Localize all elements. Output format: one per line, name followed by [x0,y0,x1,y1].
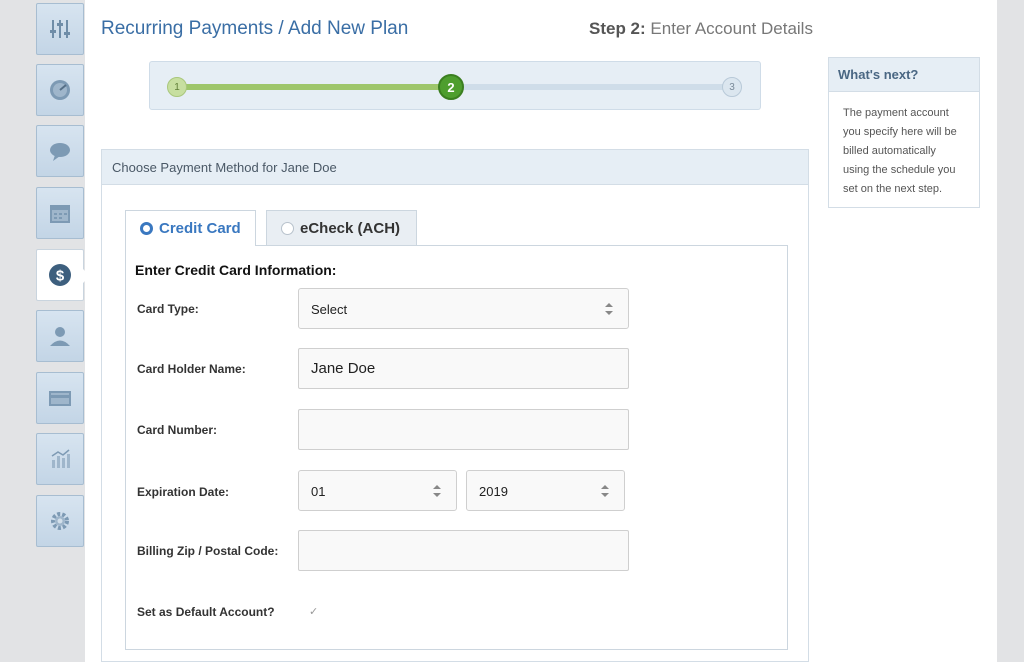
expiration-month-select[interactable]: 01 [298,470,457,511]
tab-echeck[interactable]: eCheck (ACH) [266,210,417,245]
sidebar-item-cards[interactable] [36,372,84,424]
default-account-label: Set as Default Account? [137,605,275,619]
echeck-radio[interactable] [281,221,294,235]
tab-credit-card-label: Credit Card [159,220,241,237]
progress-tracker: 1 2 3 [149,61,761,110]
card-icon [49,391,71,406]
step-indicator: Step 2: Enter Account Details [589,19,813,39]
sidebar-item-settings[interactable] [36,495,84,547]
expiration-month-value: 01 [311,484,326,499]
chat-icon [50,143,70,161]
dollar-icon: $ [49,264,71,286]
section-title: Enter Credit Card Information: [135,262,337,278]
sidebar-item-messages[interactable] [36,125,84,177]
select-arrows-icon [601,485,609,497]
step-prefix: Step 2: [589,19,646,38]
svg-text:$: $ [56,268,65,285]
card-type-value: Select [311,302,348,317]
tab-credit-card[interactable]: Credit Card [125,210,256,246]
progress-step-2: 2 [438,74,464,100]
expiration-label: Expiration Date: [137,485,230,499]
card-holder-label: Card Holder Name: [137,362,246,376]
sidebar-item-customers[interactable] [36,310,84,362]
expiration-year-value: 2019 [479,484,508,499]
dashboard-icon [50,80,70,100]
page-title: Recurring Payments / Add New Plan [101,18,409,39]
sliders-icon [50,20,70,38]
card-type-label: Card Type: [137,302,199,316]
progress-step-3: 3 [722,77,742,97]
tab-echeck-label: eCheck (ACH) [300,219,401,237]
sidebar-item-calendar[interactable] [36,187,84,239]
card-holder-input[interactable]: Jane Doe [298,348,629,389]
default-account-checkbox[interactable]: ✓ [309,605,318,618]
sidebar-item-settings-sliders[interactable] [36,3,84,55]
zip-input[interactable] [298,530,629,571]
zip-label: Billing Zip / Postal Code: [137,544,279,558]
select-arrows-icon [433,485,441,497]
step-text: Enter Account Details [650,19,813,38]
progress-fill [176,84,452,90]
expiration-year-select[interactable]: 2019 [466,470,625,511]
select-arrows-icon [605,303,613,315]
card-number-input[interactable] [298,409,629,450]
credit-card-form: Enter Credit Card Information: Card Type… [125,245,788,650]
user-icon [50,327,70,346]
info-text: The payment account you specify here wil… [843,107,957,195]
calendar-icon [50,205,70,223]
card-type-select[interactable]: Select [298,288,629,329]
progress-step-1: 1 [167,77,187,97]
gear-icon [51,512,69,530]
info-title: What's next? [829,58,979,92]
panel-title: Choose Payment Method for Jane Doe [102,150,808,185]
chart-icon [51,449,70,468]
credit-card-radio[interactable] [140,222,153,235]
main-content: Recurring Payments / Add New Plan Step 2… [85,0,997,662]
sidebar-item-reports[interactable] [36,433,84,485]
sidebar-item-dashboard[interactable] [36,64,84,116]
payment-method-panel: Choose Payment Method for Jane Doe Credi… [101,149,809,662]
card-number-label: Card Number: [137,423,218,437]
whats-next-box: What's next? The payment account you spe… [828,57,980,208]
sidebar-item-payments[interactable]: $ [36,249,90,301]
